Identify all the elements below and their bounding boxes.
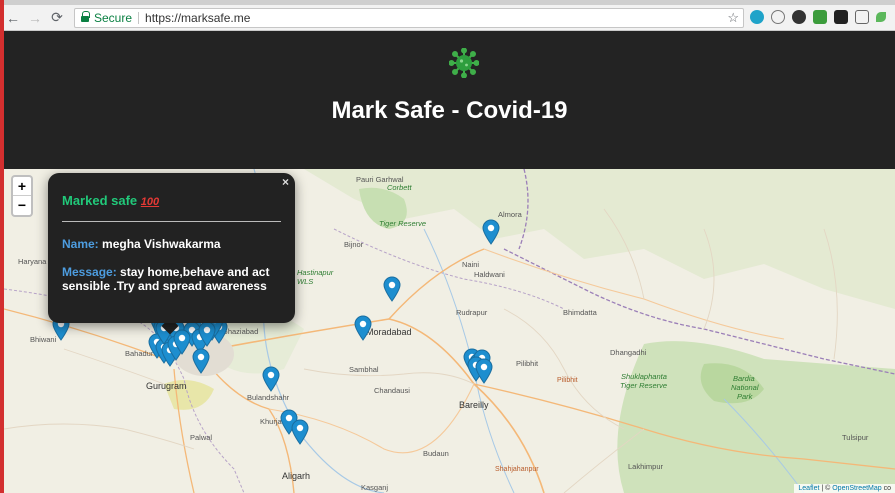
- message-key: Message:: [62, 265, 117, 279]
- map-pin-icon[interactable]: [482, 219, 500, 245]
- popup-message-row: Message: stay home,behave and act sensib…: [62, 265, 281, 293]
- virus-icon: [449, 48, 479, 78]
- place-label: Palwal: [190, 433, 213, 442]
- map-pin-icon[interactable]: [173, 329, 191, 355]
- map-pin-icon[interactable]: [262, 366, 280, 392]
- popup-title-text: Marked safe: [62, 193, 138, 208]
- popup-title: Marked safe 100: [62, 193, 281, 208]
- address-bar[interactable]: Secure https://marksafe.me ☆: [74, 8, 744, 28]
- name-key: Name:: [62, 237, 99, 251]
- camera-icon[interactable]: [855, 10, 869, 24]
- place-label: Pilibhit: [557, 377, 578, 384]
- place-label: Bhimdatta: [563, 308, 597, 317]
- map-pin-icon[interactable]: [291, 419, 309, 445]
- place-label: Tiger Reserve: [379, 219, 427, 228]
- place-label: Aligarh: [282, 471, 311, 481]
- place-label: Haryana: [18, 257, 47, 266]
- place-label: Budaun: [423, 449, 449, 458]
- place-label: Park: [737, 392, 753, 401]
- place-label: Kasganj: [361, 483, 389, 492]
- star-icon[interactable]: ☆: [727, 10, 739, 26]
- compass-icon[interactable]: [792, 10, 806, 24]
- hundred-points-icon: 100: [140, 196, 160, 208]
- attribution-tail: co: [881, 485, 891, 492]
- extension-icon[interactable]: [750, 10, 764, 24]
- extensions-bar: [750, 10, 886, 24]
- place-label: Bijnor: [344, 240, 364, 249]
- window-edge: [0, 0, 4, 493]
- place-label: Haldwani: [474, 270, 505, 279]
- browser-toolbar: ← → ⟳ Secure https://marksafe.me ☆: [0, 5, 895, 31]
- place-label: Pilibhit: [516, 359, 539, 368]
- place-label: Lakhimpur: [628, 462, 664, 471]
- omnibox-separator: [138, 12, 140, 24]
- place-label: Moradabad: [366, 327, 412, 337]
- arrow-back-icon[interactable]: ←: [4, 9, 22, 27]
- place-label: Dhangadhi: [610, 348, 647, 357]
- place-label: WLS: [297, 277, 314, 286]
- place-label: Naini: [462, 260, 480, 269]
- zoom-in-button[interactable]: +: [13, 177, 31, 196]
- zoom-out-button[interactable]: −: [13, 196, 31, 215]
- map-pin-icon[interactable]: [475, 358, 493, 384]
- globe-icon[interactable]: [771, 10, 785, 24]
- map-pin-icon[interactable]: [192, 348, 210, 374]
- place-label: Sambhal: [349, 365, 379, 374]
- map-pin-icon[interactable]: [198, 321, 216, 347]
- marker-popup: × Marked safe 100 Name: megha Vishwakarm…: [48, 173, 295, 323]
- place-label: Khurja: [260, 417, 282, 426]
- place-label: Tulsipur: [842, 433, 869, 442]
- map-attribution: Leaflet | © OpenStreetMap co: [794, 484, 895, 493]
- place-label: National: [731, 383, 759, 392]
- react-devtools-icon[interactable]: [834, 10, 848, 24]
- place-label: Rudrapur: [456, 308, 488, 317]
- map-container[interactable]: Pauri Garhwal Corbett Tiger Reserve Almo…: [4, 169, 895, 493]
- leaflet-link[interactable]: Leaflet: [798, 485, 819, 492]
- place-label: Bareilly: [459, 400, 489, 410]
- place-label: Shahjahanpur: [495, 466, 539, 473]
- zoom-control: + −: [11, 175, 33, 217]
- osm-link[interactable]: OpenStreetMap: [832, 485, 881, 492]
- place-label: Chandausi: [374, 386, 410, 395]
- place-label: Almora: [498, 210, 522, 219]
- popup-close-button[interactable]: ×: [282, 175, 289, 189]
- page-title: Mark Safe - Covid-19: [331, 97, 568, 124]
- name-value: megha Vishwakarma: [102, 237, 221, 251]
- place-label: Shuklaphanta: [621, 372, 667, 381]
- cors-extension-icon[interactable]: [813, 10, 827, 24]
- place-label: Gurugram: [146, 381, 187, 391]
- leaf-extension-icon[interactable]: [876, 12, 886, 22]
- secure-label: Secure: [94, 11, 133, 25]
- popup-name-row: Name: megha Vishwakarma: [62, 237, 281, 251]
- place-label: Corbett: [387, 183, 412, 192]
- place-label: Bulandshahr: [247, 393, 290, 402]
- place-label: Tiger Reserve: [620, 381, 668, 390]
- url-text[interactable]: https://marksafe.me: [145, 11, 250, 25]
- map-pin-icon[interactable]: [383, 276, 401, 302]
- lock-icon: [81, 10, 90, 23]
- map-pin-icon[interactable]: [354, 315, 372, 341]
- attribution-separator: | ©: [819, 485, 833, 492]
- arrow-forward-icon[interactable]: →: [26, 9, 44, 27]
- place-label: Bardia: [733, 374, 755, 383]
- reload-icon[interactable]: ⟳: [48, 9, 66, 27]
- popup-divider: [62, 221, 281, 222]
- place-label: Hastinapur: [297, 268, 334, 277]
